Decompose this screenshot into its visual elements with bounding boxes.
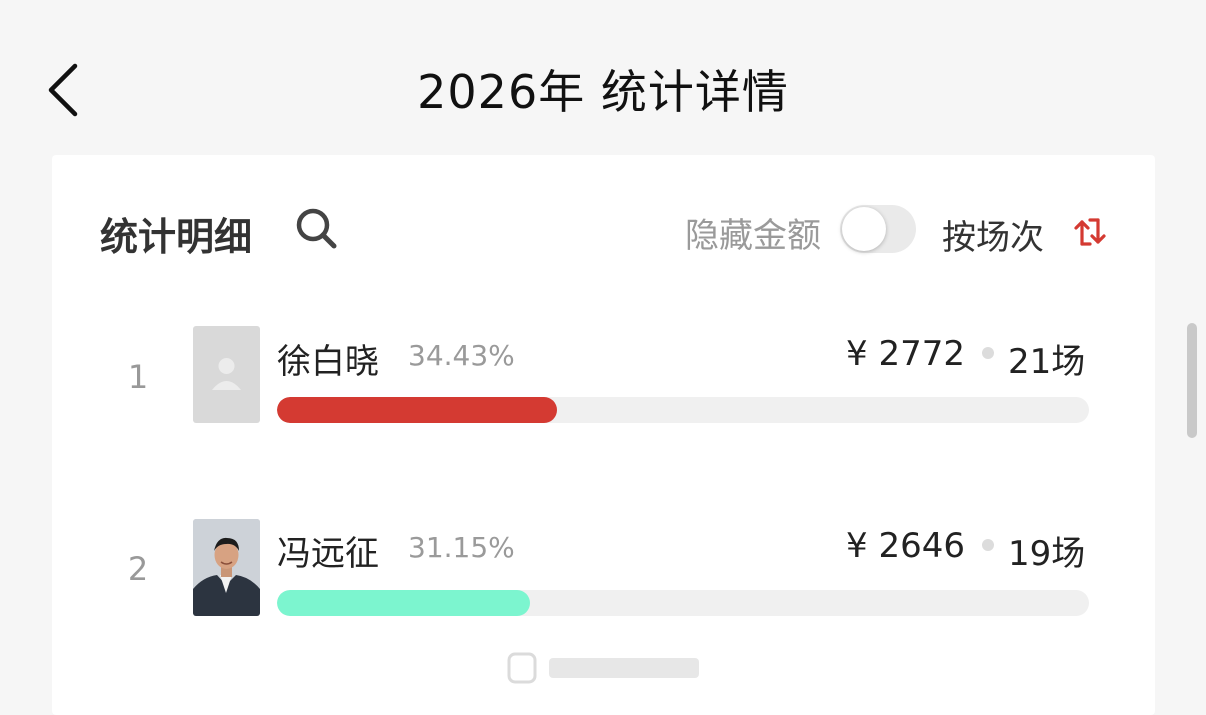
- page-title: 2026年 统计详情: [417, 65, 789, 119]
- percent-bar-fill: [277, 590, 530, 616]
- percent-bar-fill: [277, 397, 557, 423]
- toggle-knob: [842, 207, 886, 251]
- player-percent: 31.15%: [408, 531, 515, 564]
- player-percent: 34.43%: [408, 339, 515, 372]
- player-game-count: 19场: [1008, 534, 1086, 574]
- search-icon[interactable]: [294, 206, 338, 250]
- player-amount: ¥ 2772: [846, 334, 965, 374]
- placeholder-avatar[interactable]: [193, 326, 260, 423]
- separator-dot: [982, 539, 994, 551]
- vertical-scrollbar[interactable]: [1187, 323, 1197, 438]
- separator-dot: [982, 347, 994, 359]
- percent-bar-track: [277, 397, 1089, 423]
- row-rank: 1: [127, 358, 149, 396]
- section-title: 统计明细: [100, 215, 253, 259]
- swap-sort-icon[interactable]: [1072, 214, 1108, 250]
- sort-by-games-button[interactable]: 按场次: [942, 210, 1044, 259]
- row-rank: 2: [127, 550, 149, 588]
- hide-amount-toggle[interactable]: [840, 205, 916, 253]
- user-placeholder-icon: [212, 358, 241, 390]
- photo-avatar[interactable]: [193, 519, 260, 616]
- player-game-count: 21场: [1008, 342, 1086, 382]
- player-amount: ¥ 2646: [846, 526, 965, 566]
- watermark-logo: [505, 648, 705, 688]
- player-name: 冯远征: [277, 534, 379, 574]
- player-name: 徐白晓: [277, 342, 379, 382]
- hide-amount-label: 隐藏金额: [685, 216, 821, 256]
- percent-bar-track: [277, 590, 1089, 616]
